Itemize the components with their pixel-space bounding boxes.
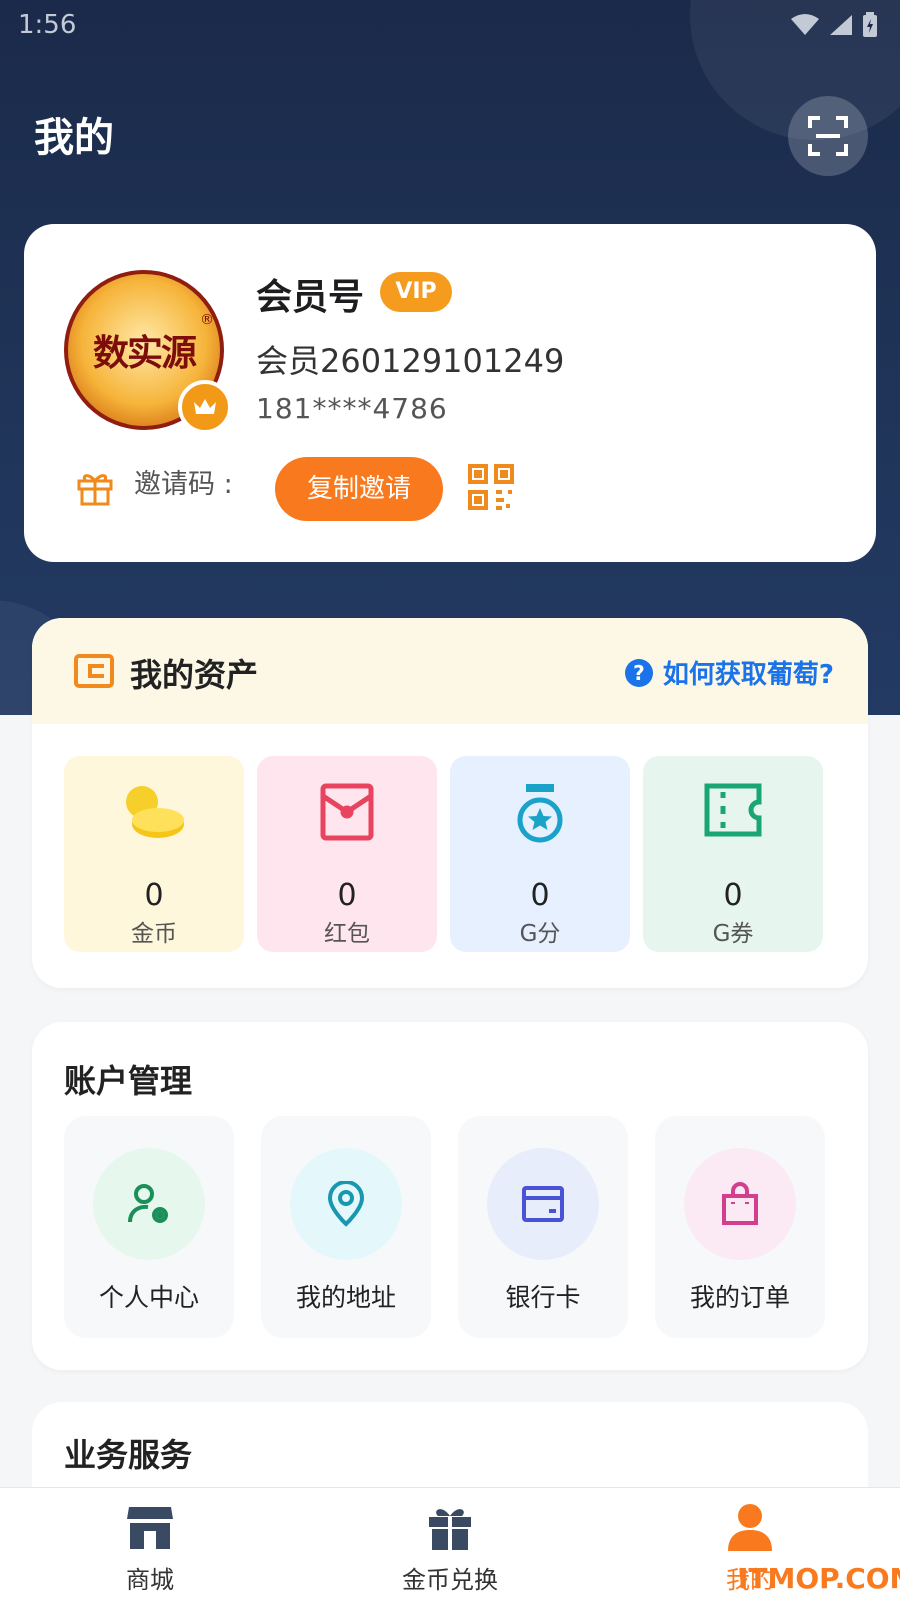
asset-label: 红包	[324, 921, 370, 947]
phone-number: 181****4786	[256, 392, 448, 425]
profile-card: 数实源 ® 会员号 VIP 会员260129101249 181****4786…	[24, 224, 876, 562]
status-time: 1:56	[18, 10, 77, 40]
registered-mark: ®	[200, 312, 214, 328]
battery-icon	[863, 12, 877, 37]
ticket-icon	[704, 783, 762, 837]
nav-label: 金币兑换	[402, 1566, 498, 1594]
location-icon	[327, 1181, 365, 1227]
member-title: 会员号	[256, 277, 365, 318]
question-icon: ?	[624, 658, 653, 687]
wallet-icon	[74, 654, 114, 688]
medal-icon	[517, 784, 563, 843]
gift-icon	[429, 1509, 471, 1550]
page-title: 我的	[34, 115, 114, 161]
watermark: ITMOP.COM	[738, 1562, 900, 1595]
wifi-icon	[791, 14, 819, 35]
asset-label: 金币	[131, 921, 177, 947]
account-item-my-orders[interactable]: 我的订单	[655, 1116, 825, 1338]
asset-label: G券	[712, 921, 754, 947]
assets-title: 我的资产	[130, 656, 259, 694]
asset-label: G分	[519, 921, 561, 947]
invite-code-label: 邀请码 :	[134, 469, 233, 500]
account-item-label: 个人中心	[98, 1283, 199, 1312]
account-item-label: 我的订单	[689, 1283, 790, 1312]
account-item-label: 我的地址	[295, 1283, 396, 1312]
account-item-personal-center[interactable]: 个人中心	[64, 1116, 234, 1338]
account-card: 账户管理 个人中心 我的地址 银行卡 我的订单	[32, 1022, 868, 1370]
account-item-bank-card[interactable]: 银行卡	[458, 1116, 628, 1338]
crown-icon	[194, 399, 216, 414]
copy-invite-button[interactable]: 复制邀请	[275, 457, 443, 521]
asset-value: 0	[337, 878, 357, 913]
help-link-label: 如何获取葡萄?	[662, 660, 834, 690]
business-title: 业务服务	[64, 1436, 193, 1474]
asset-tile-red-envelope[interactable]: 0 红包	[257, 756, 437, 952]
account-item-my-address[interactable]: 我的地址	[261, 1116, 431, 1338]
nav-label: 商城	[126, 1566, 174, 1594]
store-icon	[127, 1507, 173, 1549]
gift-icon	[77, 474, 113, 506]
asset-tile-coins[interactable]: 0 金币	[64, 756, 244, 952]
scan-button[interactable]	[788, 96, 868, 176]
member-number: 会员260129101249	[256, 342, 565, 380]
asset-value: 0	[144, 878, 164, 913]
qr-code-icon[interactable]	[468, 464, 514, 510]
red-envelope-icon	[320, 783, 374, 841]
assets-card: 我的资产 ? 如何获取葡萄? 0 金币 0 红包 0 G分 0 G券	[32, 618, 868, 988]
nav-item-mall[interactable]: 商城	[50, 1500, 250, 1595]
account-title: 账户管理	[64, 1062, 193, 1100]
signal-icon	[830, 15, 852, 35]
asset-value: 0	[530, 878, 550, 913]
coin-icon	[126, 786, 184, 838]
assets-header: 我的资产 ? 如何获取葡萄?	[32, 618, 868, 724]
person-icon	[728, 1504, 772, 1551]
user-settings-icon	[128, 1184, 168, 1223]
status-bar: 1:56	[0, 0, 900, 50]
avatar-logo: 数实源	[92, 332, 197, 374]
nav-item-coin-exchange[interactable]: 金币兑换	[350, 1500, 550, 1595]
shopping-bag-icon	[722, 1182, 758, 1225]
scan-icon	[808, 116, 848, 156]
account-item-label: 银行卡	[505, 1283, 581, 1312]
asset-value: 0	[723, 878, 743, 913]
crown-badge	[178, 380, 232, 434]
vip-badge: VIP	[380, 272, 452, 312]
asset-tile-g-points[interactable]: 0 G分	[450, 756, 630, 952]
asset-tile-g-coupons[interactable]: 0 G券	[643, 756, 823, 952]
help-link[interactable]: ? 如何获取葡萄?	[624, 654, 834, 691]
bank-card-icon	[522, 1186, 564, 1222]
